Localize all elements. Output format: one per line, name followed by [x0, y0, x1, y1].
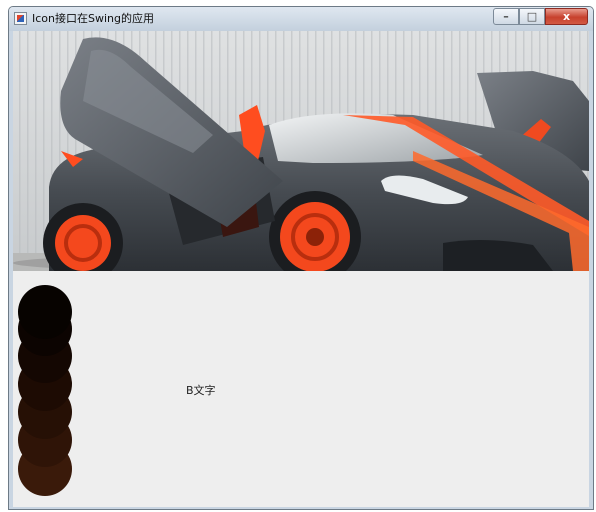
close-icon: x [562, 10, 571, 23]
car-image [13, 31, 589, 271]
stacked-circles-icon [18, 285, 72, 496]
minimize-button[interactable]: – [493, 8, 519, 25]
maximize-icon: □ [526, 10, 538, 23]
close-button[interactable]: x [545, 8, 588, 25]
minimize-icon: – [503, 10, 509, 23]
maximize-button[interactable]: □ [519, 8, 545, 25]
app-window: Icon接口在Swing的应用 – □ x B文字 [8, 6, 594, 510]
title-bar[interactable]: Icon接口在Swing的应用 – □ x [9, 7, 593, 31]
window-controls: – □ x [493, 8, 588, 25]
window-title: Icon接口在Swing的应用 [32, 12, 154, 25]
icon-label: B文字 [186, 384, 216, 397]
java-app-icon [14, 12, 27, 25]
content-pane: B文字 [13, 31, 589, 507]
